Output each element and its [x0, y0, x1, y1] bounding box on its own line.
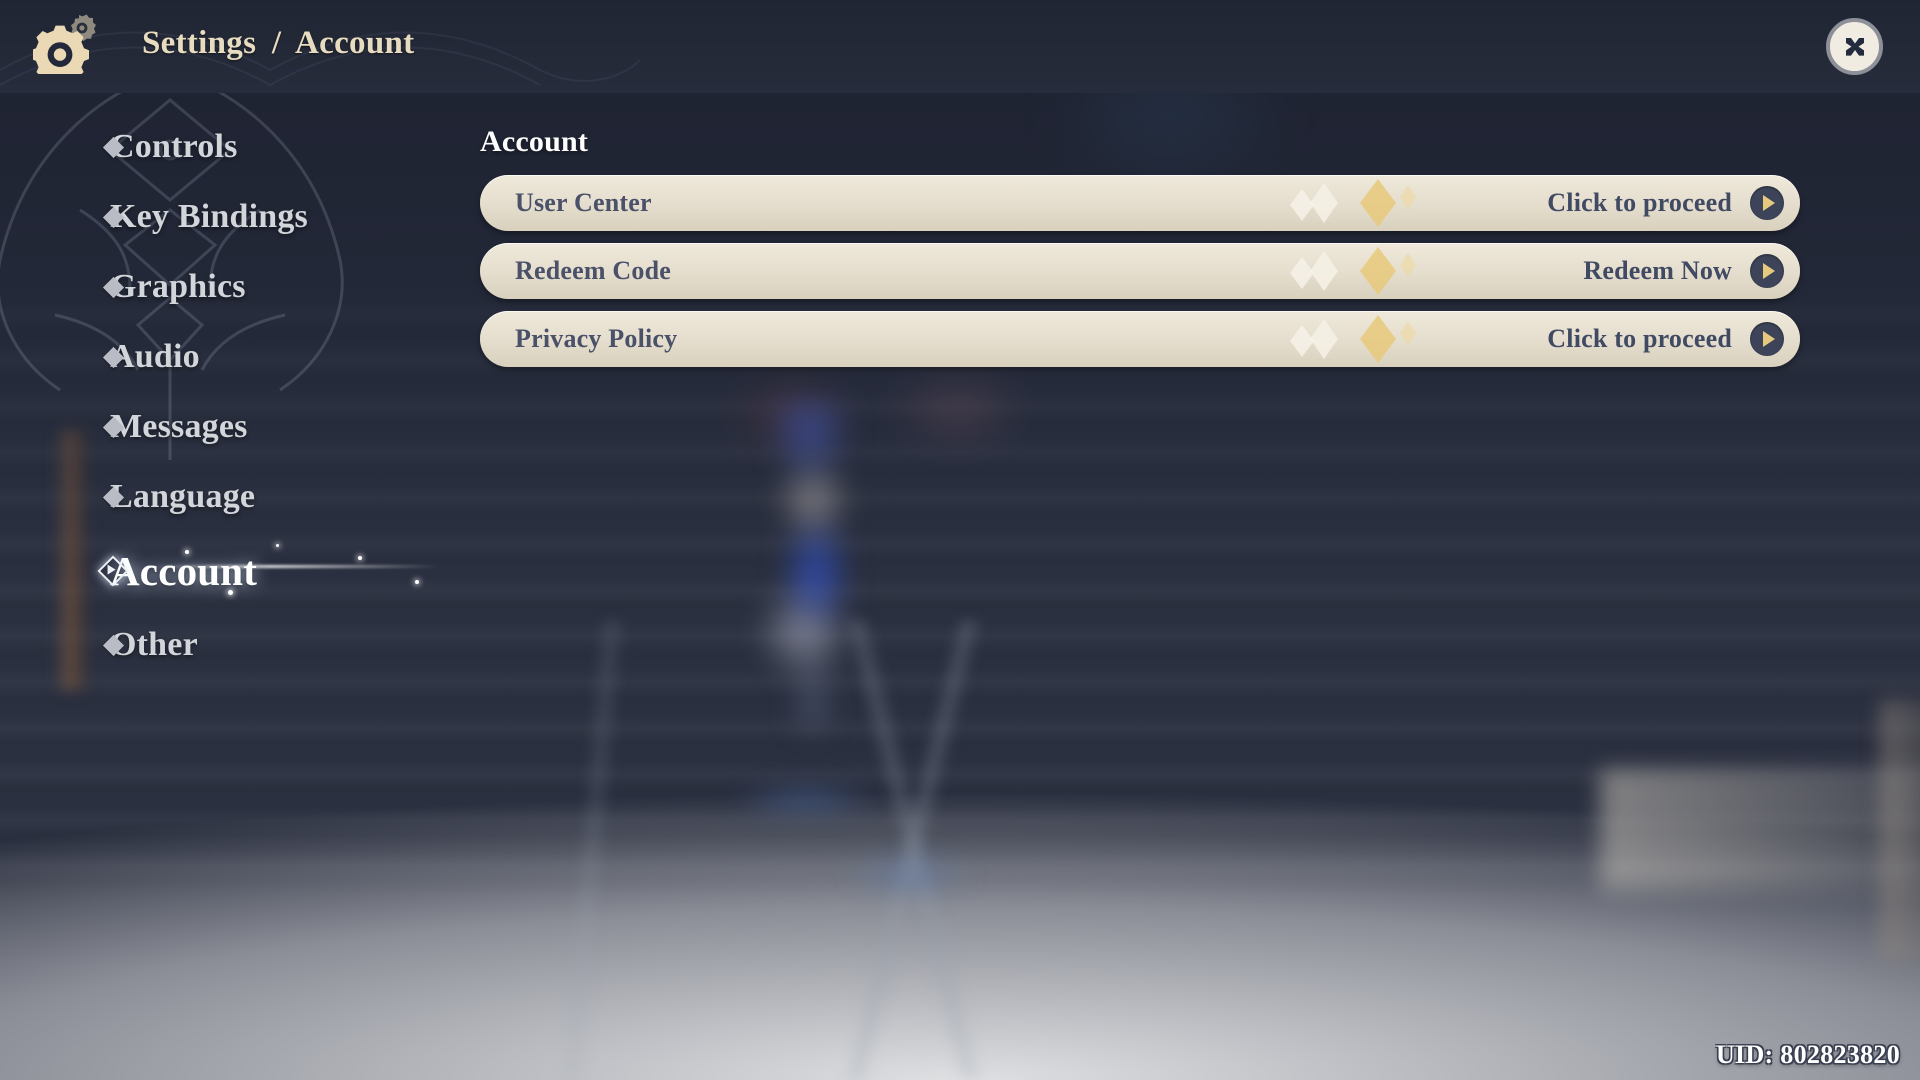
gear-icon: [33, 14, 96, 74]
sparkle-dot: [415, 580, 419, 584]
setting-row-redeem-code[interactable]: Redeem Code Redeem Now: [480, 243, 1800, 299]
settings-header-bar: Settings / Account: [0, 0, 1920, 93]
account-panel: Account User Center Click to proceed Red…: [480, 125, 1810, 379]
sidebar-item-language[interactable]: Language: [0, 462, 440, 532]
sparkle-dot: [276, 544, 279, 547]
selection-triangle-icon: [107, 564, 116, 575]
setting-row-action: Click to proceed: [1547, 188, 1732, 217]
settings-sidebar: Controls Key Bindings Graphics Audio Mes…: [0, 112, 440, 680]
sidebar-item-label: Language: [110, 478, 256, 515]
setting-row-action: Click to proceed: [1547, 324, 1732, 353]
setting-row-action: Redeem Now: [1583, 256, 1732, 285]
setting-row-label: Privacy Policy: [515, 324, 678, 353]
sparkle-decoration-icon: [1290, 247, 1416, 295]
close-button[interactable]: [1826, 18, 1883, 75]
sidebar-item-account[interactable]: Account: [0, 532, 440, 610]
setting-row-privacy-policy[interactable]: Privacy Policy Click to proceed: [480, 311, 1800, 367]
sidebar-item-controls[interactable]: Controls: [0, 112, 440, 182]
sparkle-decoration-icon: [1290, 315, 1416, 363]
sidebar-item-label: Graphics: [110, 268, 246, 305]
breadcrumb-separator: /: [271, 25, 282, 61]
uid-label: UID: 802823820: [1715, 1040, 1900, 1069]
chevron-right-icon[interactable]: [1750, 322, 1784, 356]
breadcrumb: Settings / Account: [142, 25, 414, 62]
breadcrumb-current: Account: [295, 25, 415, 61]
breadcrumb-root[interactable]: Settings: [142, 25, 256, 61]
sidebar-item-other[interactable]: Other: [0, 610, 440, 680]
sidebar-item-label: Account: [110, 548, 258, 594]
sidebar-item-label: Messages: [110, 408, 248, 445]
sidebar-item-key-bindings[interactable]: Key Bindings: [0, 182, 440, 252]
setting-row-label: Redeem Code: [515, 256, 671, 285]
chevron-right-icon[interactable]: [1750, 186, 1784, 220]
page-title: Account: [480, 125, 589, 158]
sparkle-decoration-icon: [1290, 179, 1416, 227]
sparkle-dot: [358, 556, 362, 560]
close-icon: [1845, 37, 1864, 56]
sidebar-item-graphics[interactable]: Graphics: [0, 252, 440, 322]
sidebar-item-label: Controls: [110, 128, 238, 165]
setting-row-user-center[interactable]: User Center Click to proceed: [480, 175, 1800, 231]
setting-row-label: User Center: [515, 188, 652, 217]
chevron-right-icon[interactable]: [1750, 254, 1784, 288]
sidebar-item-label: Key Bindings: [110, 198, 308, 235]
sidebar-item-messages[interactable]: Messages: [0, 392, 440, 462]
sidebar-item-audio[interactable]: Audio: [0, 322, 440, 392]
